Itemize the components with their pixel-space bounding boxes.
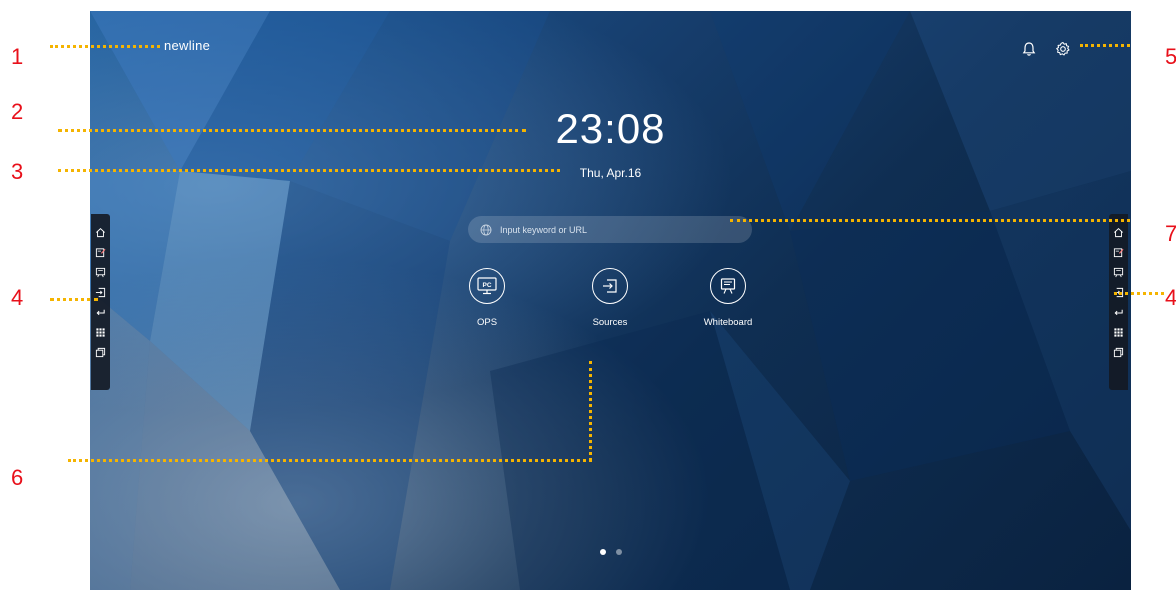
bell-icon[interactable] [1021, 41, 1037, 57]
annotate-icon [95, 247, 106, 257]
leader-line-1 [50, 45, 160, 48]
app-sources[interactable]: Sources [570, 268, 650, 328]
sidebar-windows-button[interactable] [91, 342, 110, 362]
callout-2: 2 [11, 99, 24, 124]
sidebar-back-button[interactable] [91, 302, 110, 322]
search-placeholder: Input keyword or URL [500, 224, 588, 235]
sidebar-whiteboard-button[interactable] [91, 262, 110, 282]
home-icon [1114, 227, 1123, 237]
sidebar-right [1109, 214, 1128, 390]
whiteboard-icon [95, 267, 106, 277]
leader-line-3 [58, 169, 560, 172]
whiteboard-icon [710, 268, 746, 304]
pc-icon-text: PC [482, 282, 491, 289]
leader-line-6-vertical [589, 361, 592, 461]
app-label-ops: OPS [476, 317, 498, 328]
search-bar[interactable]: Input keyword or URL [468, 216, 752, 243]
input-source-icon [592, 268, 628, 304]
home-icon [96, 227, 105, 237]
callout-5: 5 [1165, 44, 1176, 69]
newline-logo: newline [164, 38, 211, 53]
callout-6: 6 [11, 465, 24, 490]
callout-7: 7 [1165, 221, 1176, 246]
source-icon [95, 287, 106, 297]
back-icon [1114, 309, 1123, 315]
leader-line-6 [68, 459, 592, 462]
sidebar-annotate-button[interactable] [91, 242, 110, 262]
leader-line-7 [730, 219, 1130, 222]
gear-icon[interactable] [1055, 41, 1071, 57]
home-screen: newline 23:08 Thu, Apr.16 Input keyword … [90, 11, 1131, 590]
leader-line-2 [58, 129, 526, 132]
pc-icon: PC [469, 268, 505, 304]
apps-grid-icon [96, 327, 105, 337]
sidebar-apps-button[interactable] [91, 322, 110, 342]
callout-3: 3 [11, 159, 24, 184]
app-ops[interactable]: PC OPS [447, 268, 527, 328]
sidebar-whiteboard-button[interactable] [1109, 262, 1128, 282]
page-dot-1[interactable] [599, 549, 606, 555]
app-whiteboard[interactable]: Whiteboard [688, 268, 768, 328]
leader-line-4-left [50, 298, 98, 301]
leader-line-5 [1080, 44, 1130, 47]
sidebar-home-button[interactable] [1109, 222, 1128, 242]
apps-grid-icon [1114, 327, 1123, 337]
sidebar-home-button[interactable] [91, 222, 110, 242]
sidebar-apps-button[interactable] [1109, 322, 1128, 342]
annotate-icon [1113, 247, 1124, 257]
sidebar-back-button[interactable] [1109, 302, 1128, 322]
leader-line-4-right [1114, 292, 1164, 295]
page-dot-2[interactable] [615, 549, 622, 555]
sidebar-left [91, 214, 110, 390]
app-label-sources: Sources [592, 317, 628, 328]
globe-icon [480, 224, 492, 235]
callout-1: 1 [11, 44, 24, 69]
windows-icon [95, 347, 106, 357]
app-label-whiteboard: Whiteboard [703, 317, 753, 328]
windows-icon [1113, 347, 1124, 357]
sidebar-windows-button[interactable] [1109, 342, 1128, 362]
callout-4-right: 4 [1165, 285, 1176, 310]
sidebar-annotate-button[interactable] [1109, 242, 1128, 262]
whiteboard-icon [1113, 267, 1124, 277]
page-indicator [90, 549, 1131, 555]
back-icon [96, 309, 105, 315]
callout-4-left: 4 [11, 285, 24, 310]
